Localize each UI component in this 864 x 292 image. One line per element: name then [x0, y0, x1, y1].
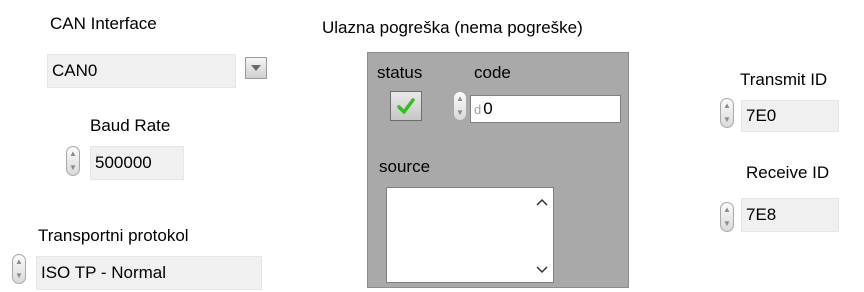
transmit-id-spinner[interactable]: ▲ ▼: [720, 98, 734, 128]
spinner-down-icon[interactable]: ▼: [723, 116, 731, 124]
spinner-up-icon[interactable]: ▲: [69, 150, 77, 158]
transport-protocol-label: Transportni protokol: [38, 226, 189, 245]
status-label: status: [377, 63, 423, 82]
dropdown-arrow-icon: [251, 65, 261, 71]
spinner-up-icon[interactable]: ▲: [723, 102, 731, 110]
spinner-up-icon[interactable]: ▲: [456, 95, 464, 103]
baud-rate-spinner[interactable]: ▲ ▼: [66, 146, 80, 176]
source-label: source: [379, 157, 431, 176]
spinner-down-icon[interactable]: ▼: [69, 164, 77, 172]
can-interface-label: CAN Interface: [50, 14, 157, 33]
scroll-up-icon[interactable]: [536, 198, 548, 206]
code-radix: d: [474, 101, 482, 117]
transmit-id-label: Transmit ID: [740, 70, 828, 89]
error-in-cluster: status code ▲ ▼ d 0 source: [367, 52, 629, 288]
can-interface-dropdown-button[interactable]: [245, 57, 267, 79]
transmit-id-value[interactable]: 7E0: [741, 100, 839, 132]
scroll-down-icon[interactable]: [536, 266, 548, 274]
receive-id-value[interactable]: 7E8: [741, 198, 839, 232]
status-indicator[interactable]: [390, 91, 422, 121]
code-value: 0: [483, 99, 493, 118]
spinner-up-icon[interactable]: ▲: [15, 258, 23, 266]
can-interface-value[interactable]: CAN0: [47, 54, 236, 88]
spinner-up-icon[interactable]: ▲: [723, 206, 731, 214]
receive-id-spinner[interactable]: ▲ ▼: [720, 202, 734, 232]
source-textbox[interactable]: [386, 187, 554, 283]
checkmark-icon: [397, 98, 415, 114]
code-spinner[interactable]: ▲ ▼: [453, 91, 467, 121]
transport-protocol-spinner[interactable]: ▲ ▼: [12, 254, 26, 284]
baud-rate-label: Baud Rate: [90, 116, 171, 135]
error-in-title: Ulazna pogreška (nema pogreške): [322, 18, 583, 37]
baud-rate-value[interactable]: 500000: [90, 146, 184, 180]
spinner-down-icon[interactable]: ▼: [456, 109, 464, 117]
code-field[interactable]: d 0: [470, 95, 621, 123]
transport-protocol-value[interactable]: ISO TP - Normal: [36, 256, 262, 290]
code-label: code: [474, 63, 511, 82]
spinner-down-icon[interactable]: ▼: [723, 220, 731, 228]
receive-id-label: Receive ID: [746, 163, 830, 182]
source-scrollbar[interactable]: [531, 188, 553, 282]
spinner-down-icon[interactable]: ▼: [15, 272, 23, 280]
